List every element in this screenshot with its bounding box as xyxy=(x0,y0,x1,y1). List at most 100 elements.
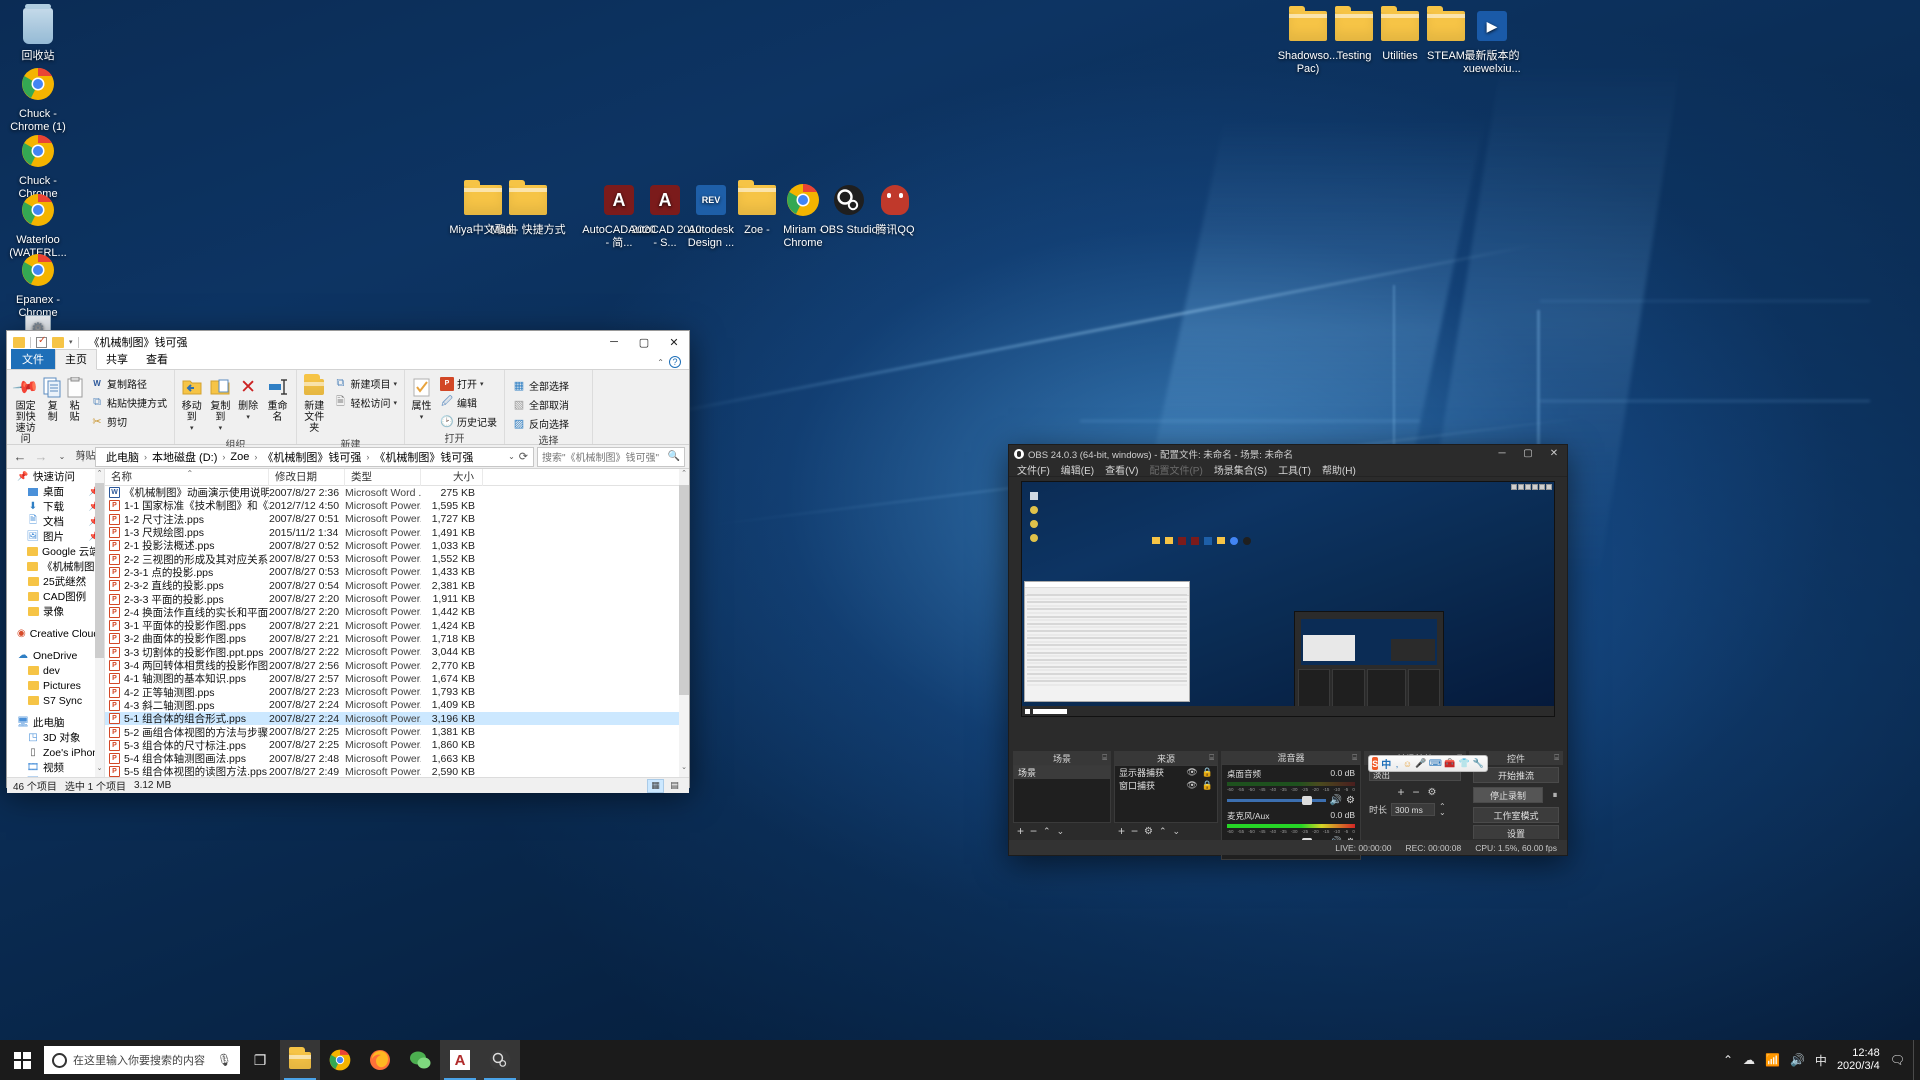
menu-scene-collection[interactable]: 场景集合(S) xyxy=(1214,462,1267,477)
scroll-down-icon[interactable]: ⌄ xyxy=(95,764,104,777)
invert-selection-button[interactable]: ▨ 反向选择 xyxy=(509,415,572,432)
eye-icon[interactable]: 👁 xyxy=(1186,780,1197,791)
smiley-icon[interactable]: ☺ xyxy=(1403,758,1412,770)
breadcrumb-item[interactable]: Zoe xyxy=(227,450,252,464)
large-icons-view-button[interactable]: ▤ xyxy=(666,779,683,793)
table-row[interactable]: P2-4 换面法作直线的实长和平面的实形.p...2007/8/27 2:20M… xyxy=(105,606,689,619)
source-properties-button[interactable]: ⚙ xyxy=(1144,826,1153,837)
desktop-icon-qq[interactable]: 腾讯QQ xyxy=(857,180,933,237)
scroll-up-icon[interactable]: ⌃ xyxy=(95,469,104,482)
nav-item-19[interactable]: 🖼 图片 xyxy=(7,775,104,777)
float-icon[interactable]: ⌸ xyxy=(1352,753,1357,763)
history-button[interactable]: 🕑 历史记录 xyxy=(437,413,500,430)
easy-access-button[interactable]: 🗎 轻松访问 ▾ xyxy=(330,394,400,411)
float-icon[interactable]: ⌸ xyxy=(1209,753,1214,763)
mixer-volume-slider[interactable]: 🔊 ⚙ xyxy=(1227,795,1355,806)
copy-button[interactable]: 复制 xyxy=(43,373,62,425)
file-list-scrollbar[interactable]: ⌃ ⌄ xyxy=(679,469,689,777)
nav-item-9[interactable]: 录像 xyxy=(7,604,104,619)
remove-transition-button[interactable]: − xyxy=(1413,785,1420,799)
studio-mode-button[interactable]: 工作室模式 xyxy=(1473,807,1559,823)
table-row[interactable]: P 1-2 尺寸注法.pps 2007/8/27 0:51 Microsoft Pow… xyxy=(105,513,689,526)
move-to-button[interactable]: 移动到 ▾ xyxy=(179,373,205,436)
nav-item-18[interactable]: 🎞 视频 xyxy=(7,760,104,775)
column-header-type[interactable]: 类型 xyxy=(345,469,421,486)
float-icon[interactable]: ⌸ xyxy=(1102,753,1107,763)
pin-to-quick-access-button[interactable]: 📌 固定到快速访问 xyxy=(11,373,40,447)
menu-file[interactable]: 文件(F) xyxy=(1017,462,1050,477)
chevron-down-icon[interactable]: ▾ xyxy=(480,380,484,388)
nav-item-10[interactable]: ◉ Creative Cloud F xyxy=(7,626,104,641)
breadcrumb-bar[interactable]: 此电脑 › 本地磁盘 (D:) › Zoe › 《机械制图》钱可强 › 《机械制… xyxy=(95,446,534,467)
recent-locations-button[interactable]: ⌄ xyxy=(53,448,71,466)
back-button[interactable]: ← xyxy=(11,448,29,466)
notifications-icon[interactable]: 🗨 xyxy=(1890,1053,1905,1067)
toolbox-icon[interactable]: 🧰 xyxy=(1444,758,1455,770)
nav-item-1[interactable]: 桌面📌 xyxy=(7,484,104,499)
ime-indicator-icon[interactable]: 中 xyxy=(1815,1052,1827,1069)
obs-window-controls[interactable]: ─ ▢ ✕ xyxy=(1489,445,1567,462)
minimize-button[interactable]: ─ xyxy=(599,331,629,353)
gear-icon[interactable]: ⚙ xyxy=(1346,795,1355,806)
move-scene-up-button[interactable]: ⌃ xyxy=(1043,826,1051,837)
table-row[interactable]: P2-2 三视图的形成及其对应关系.pps2007/8/27 0:53Micro… xyxy=(105,552,689,566)
nav-item-12[interactable]: dev xyxy=(7,663,104,678)
chevron-down-icon[interactable]: ▾ xyxy=(236,412,260,423)
scene-item[interactable]: 场景 xyxy=(1014,766,1110,779)
table-row[interactable]: P 5-4 组合体轴测图画法.pps 2007/8/27 2:48 Microsoft… xyxy=(105,752,689,765)
obs-dock-mixer[interactable]: 混音器 ⌸ 桌面音频 0.0 dB -60 -55 -50 -45 -40 -35 -30-… xyxy=(1221,751,1361,860)
source-controls[interactable]: + − ⚙ ⌃ ⌄ xyxy=(1114,823,1218,839)
obs-menu-bar[interactable]: 文件(F) 编辑(E) 查看(V) 配置文件(P) 场景集合(S) 工具(T) … xyxy=(1009,462,1567,477)
nav-item-7[interactable]: 25武继然 xyxy=(7,574,104,589)
transition-duration-row[interactable]: 时长 300 ms ⌃ ⌄ xyxy=(1364,800,1466,819)
explorer-ribbon[interactable]: 📌 固定到快速访问 复制 粘贴 W 复制路径 ⧉ 粘贴快捷方式 ✂ 剪切 剪贴板… xyxy=(7,370,689,462)
move-scene-down-button[interactable]: ⌄ xyxy=(1057,826,1065,837)
taskbar-app-wechat[interactable] xyxy=(400,1040,440,1080)
onedrive-icon[interactable]: ☁ xyxy=(1743,1053,1755,1067)
search-input[interactable]: 搜索"《机械制图》钱可强" 🔍 xyxy=(537,446,685,467)
table-row[interactable]: P 2-3-3 平面的投影.pps 2007/8/27 2:20 Microsoft … xyxy=(105,592,689,606)
column-header-date[interactable]: 修改日期 xyxy=(269,469,345,486)
nav-item-6[interactable]: 《机械制图》钱 xyxy=(7,559,104,574)
nav-item-8[interactable]: CAD图例 xyxy=(7,589,104,604)
transitions-body[interactable]: 淡出 + − ⚙ 时长 300 ms ⌃ ⌄ xyxy=(1364,765,1466,839)
show-hidden-icons-icon[interactable]: ⌃ xyxy=(1723,1053,1733,1067)
paste-button[interactable]: 粘贴 xyxy=(65,373,84,425)
keyboard-icon[interactable]: ⌨ xyxy=(1429,758,1442,770)
table-row[interactable]: P3-4 两回转体相贯线的投影作图.pps2007/8/27 2:56Micro… xyxy=(105,659,689,672)
file-list-view[interactable]: ⌃ 名称 修改日期 类型 大小 W《机械制图》动画演示使用说明.doc2007/… xyxy=(105,469,689,777)
delete-button[interactable]: ✕ 删除 ▾ xyxy=(236,373,260,425)
duration-input[interactable]: 300 ms xyxy=(1391,803,1436,816)
volume-icon[interactable]: 🔊 xyxy=(1790,1053,1805,1067)
add-scene-button[interactable]: + xyxy=(1017,824,1024,838)
table-row[interactable]: P 2-1 投影法概述.pps 2007/8/27 0:52 Microsoft Po… xyxy=(105,539,689,552)
menu-edit[interactable]: 编辑(E) xyxy=(1061,462,1094,477)
shirt-icon[interactable]: 👕 xyxy=(1459,758,1470,770)
chevron-up-icon[interactable]: ⌃ xyxy=(657,358,664,367)
help-icon[interactable]: ? xyxy=(669,356,681,368)
transition-controls[interactable]: + − ⚙ xyxy=(1364,784,1466,800)
cut-button[interactable]: ✂ 剪切 xyxy=(87,413,170,430)
tab-file[interactable]: 文件 xyxy=(11,349,55,369)
nav-item-5[interactable]: Google 云端📌 xyxy=(7,544,104,559)
new-folder-quick-icon[interactable] xyxy=(52,336,64,348)
add-source-button[interactable]: + xyxy=(1118,824,1125,838)
obs-studio-window[interactable]: OBS 24.0.3 (64-bit, windows) - 配置文件: 未命名… xyxy=(1008,444,1568,860)
taskbar-app-firefox[interactable] xyxy=(360,1040,400,1080)
desktop-icon-recycle-bin[interactable]: 回收站 xyxy=(0,4,76,63)
menu-view[interactable]: 查看(V) xyxy=(1105,462,1138,477)
table-row[interactable]: P 2-3-1 点的投影.pps 2007/8/27 0:53 Microsoft P… xyxy=(105,566,689,579)
maximize-button[interactable]: ▢ xyxy=(1515,445,1541,462)
add-transition-button[interactable]: + xyxy=(1398,785,1405,799)
tab-share[interactable]: 共享 xyxy=(97,350,137,369)
file-explorer-window[interactable]: ▾ 《机械制图》钱可强 ─ ▢ ✕ 文件 主页 共享 查看 ⌃ ? 📌 固定到快… xyxy=(6,330,690,793)
table-row[interactable]: P 5-1 组合体的组合形式.pps 2007/8/27 2:24 Microsoft… xyxy=(105,712,689,726)
scrollbar-thumb[interactable] xyxy=(95,483,104,658)
explorer-address-bar[interactable]: ← → ⌄ ↑ 此电脑 › 本地磁盘 (D:) › Zoe › 《机械制图》钱可… xyxy=(7,445,689,469)
nav-item-0[interactable]: 📌 快速访问 xyxy=(7,469,104,484)
eye-icon[interactable]: 👁 xyxy=(1186,767,1197,778)
source-item[interactable]: 窗口捕获 👁 🔒 xyxy=(1115,779,1217,792)
desktop-icon-chuck-chrome-1[interactable]: Chuck - Chrome (1) xyxy=(0,64,76,134)
breadcrumb-item[interactable]: 《机械制图》钱可强 xyxy=(371,448,476,466)
duration-stepper[interactable]: ⌃ ⌄ xyxy=(1439,802,1446,816)
